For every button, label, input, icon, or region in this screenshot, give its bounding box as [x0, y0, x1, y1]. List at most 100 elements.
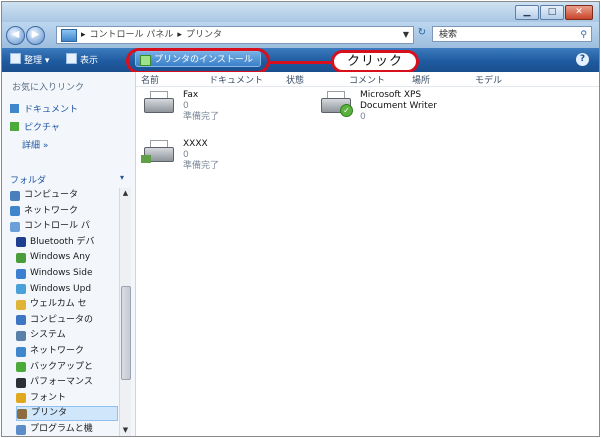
- navigation-pane: お気に入りリンク ドキュメント ピクチャ 詳細 » フォルダ ▾ コンピュータネ…: [2, 72, 136, 436]
- programs-icon: [16, 424, 26, 435]
- column-model[interactable]: モデル: [475, 73, 502, 86]
- address-row: ◀ ▶ ▸ コントロール パネル ▸ プリンタ ▼ ↻ 検索 ⚲: [2, 22, 599, 48]
- tree-item[interactable]: ウェルカム セ: [16, 297, 118, 312]
- favorite-link-documents[interactable]: ドキュメント: [10, 102, 78, 115]
- sidebar-icon: [16, 268, 26, 279]
- tree-item-label: コントロール パ: [24, 221, 90, 232]
- printer-icon: [141, 139, 175, 165]
- tree-item-label: プリンタ: [31, 408, 68, 419]
- maximize-button[interactable]: □: [540, 5, 564, 20]
- scroll-down-arrow[interactable]: ▼: [120, 425, 131, 436]
- chevron-down-icon: ▾: [119, 173, 124, 182]
- computer-icon: [10, 190, 20, 201]
- organize-icon: [10, 53, 21, 64]
- help-icon[interactable]: ?: [576, 53, 589, 66]
- documents-icon: [10, 104, 19, 113]
- printer-item-fax[interactable]: Fax 0 準備完了: [141, 90, 219, 123]
- more-links[interactable]: 詳細 »: [22, 138, 48, 151]
- network-icon: [10, 206, 20, 217]
- tree-item[interactable]: システム: [16, 328, 118, 343]
- tree-item[interactable]: コンピュータの: [16, 313, 118, 328]
- chevron-down-icon[interactable]: ▼: [403, 27, 409, 43]
- title-bar: ▁ □ ✕: [2, 2, 599, 22]
- column-status[interactable]: 状態: [286, 73, 304, 86]
- tree-item-label: Bluetooth デバ: [30, 236, 95, 247]
- computer-settings-icon: [16, 315, 26, 326]
- tree-item[interactable]: フォント: [16, 391, 118, 406]
- search-input[interactable]: 検索 ⚲: [432, 26, 592, 42]
- callout-connector: [269, 61, 331, 64]
- column-comment[interactable]: コメント: [349, 73, 385, 86]
- windows-anytime-icon: [16, 252, 26, 263]
- pictures-icon: [10, 122, 19, 131]
- scroll-up-arrow[interactable]: ▲: [120, 188, 131, 199]
- minimize-button[interactable]: ▁: [515, 5, 539, 20]
- callout-highlight: [126, 48, 270, 74]
- backup-icon: [16, 362, 26, 373]
- organize-label: 整理: [24, 56, 43, 66]
- address-separator-2: ▸: [177, 30, 182, 40]
- tree-item-label: Windows Any: [30, 252, 91, 263]
- address-bar[interactable]: ▸ コントロール パネル ▸ プリンタ ▼: [56, 26, 414, 44]
- tree-item[interactable]: ネットワーク: [10, 204, 118, 219]
- forward-button[interactable]: ▶: [26, 26, 45, 45]
- column-location[interactable]: 場所: [412, 73, 430, 86]
- breadcrumb-printers[interactable]: プリンタ: [186, 27, 222, 43]
- system-icon: [16, 330, 26, 341]
- tree-item-label: ネットワーク: [30, 346, 85, 356]
- printer-item-xxxx[interactable]: XXXX 0 準備完了: [141, 139, 219, 172]
- tree-item-label: コンピュータの: [30, 314, 94, 325]
- organize-button[interactable]: 整理 ▾: [10, 53, 49, 67]
- folders-header[interactable]: フォルダ ▾: [10, 173, 130, 186]
- printer-document-count: 0: [360, 112, 366, 122]
- close-button[interactable]: ✕: [565, 5, 593, 20]
- views-icon: [66, 53, 77, 64]
- tree-item-label: バックアップと: [30, 361, 94, 372]
- fonts-icon: [16, 393, 26, 404]
- tree-item-label: ウェルカム セ: [30, 299, 87, 310]
- tree-item[interactable]: コンピュータ: [10, 188, 118, 203]
- printer-item-xps[interactable]: ✓ Microsoft XPS Document Writer 0: [318, 90, 468, 123]
- tree-item[interactable]: パフォーマンス: [16, 375, 118, 390]
- column-documents[interactable]: ドキュメント: [209, 73, 263, 86]
- tree-item[interactable]: バックアップと: [16, 360, 118, 375]
- bluetooth-icon: [16, 237, 26, 248]
- tree-item[interactable]: プリンタ: [16, 406, 118, 422]
- performance-icon: [16, 377, 26, 388]
- printer-document-count: 0: [183, 101, 189, 111]
- views-label: 表示: [80, 56, 99, 66]
- tree-item-label: Windows Side: [30, 268, 93, 278]
- tree-item-label: パフォーマンス: [30, 377, 93, 388]
- views-button[interactable]: 表示: [66, 53, 98, 67]
- default-check-icon: ✓: [340, 104, 353, 117]
- tree-item[interactable]: Bluetooth デバ: [16, 235, 118, 250]
- favorite-link-pictures[interactable]: ピクチャ: [10, 120, 60, 133]
- column-name[interactable]: 名前: [141, 73, 159, 86]
- folders-title: フォルダ: [10, 176, 47, 186]
- tree-item-label: コンピュータ: [24, 190, 79, 200]
- tree-item[interactable]: プログラムと機: [16, 422, 118, 436]
- address-separator-1: ▸: [81, 30, 86, 40]
- windows-update-icon: [16, 284, 26, 295]
- scroll-thumb[interactable]: [121, 286, 131, 380]
- tree-item[interactable]: Windows Upd: [16, 282, 118, 297]
- xps-printer-icon: ✓: [318, 90, 353, 117]
- refresh-icon[interactable]: ↻: [415, 27, 429, 41]
- tree-item[interactable]: コントロール パ: [10, 219, 118, 234]
- tree-item[interactable]: Windows Side: [16, 266, 118, 281]
- search-icon[interactable]: ⚲: [580, 27, 587, 43]
- printer-name: Microsoft XPS Document Writer: [360, 90, 437, 111]
- folder-tree: コンピュータ ネットワーク コントロール パ Bluetooth デバ Windows …: [8, 188, 118, 436]
- tree-item[interactable]: ネットワーク: [16, 344, 118, 359]
- favorite-label: ピクチャ: [24, 123, 60, 133]
- favorites-title: お気に入りリンク: [12, 83, 85, 93]
- printer-name: Fax: [183, 90, 199, 100]
- tree-item-label: ネットワーク: [24, 205, 79, 216]
- tree-item-label: プログラムと機: [30, 424, 93, 434]
- tree-scrollbar[interactable]: ▲ ▼: [119, 188, 131, 436]
- tree-item[interactable]: Windows Any: [16, 250, 118, 265]
- tree-item-label: Windows Upd: [30, 283, 92, 294]
- breadcrumb-control-panel[interactable]: コントロール パネル: [90, 27, 174, 43]
- back-button[interactable]: ◀: [6, 26, 25, 45]
- shared-tag-icon: [141, 155, 151, 163]
